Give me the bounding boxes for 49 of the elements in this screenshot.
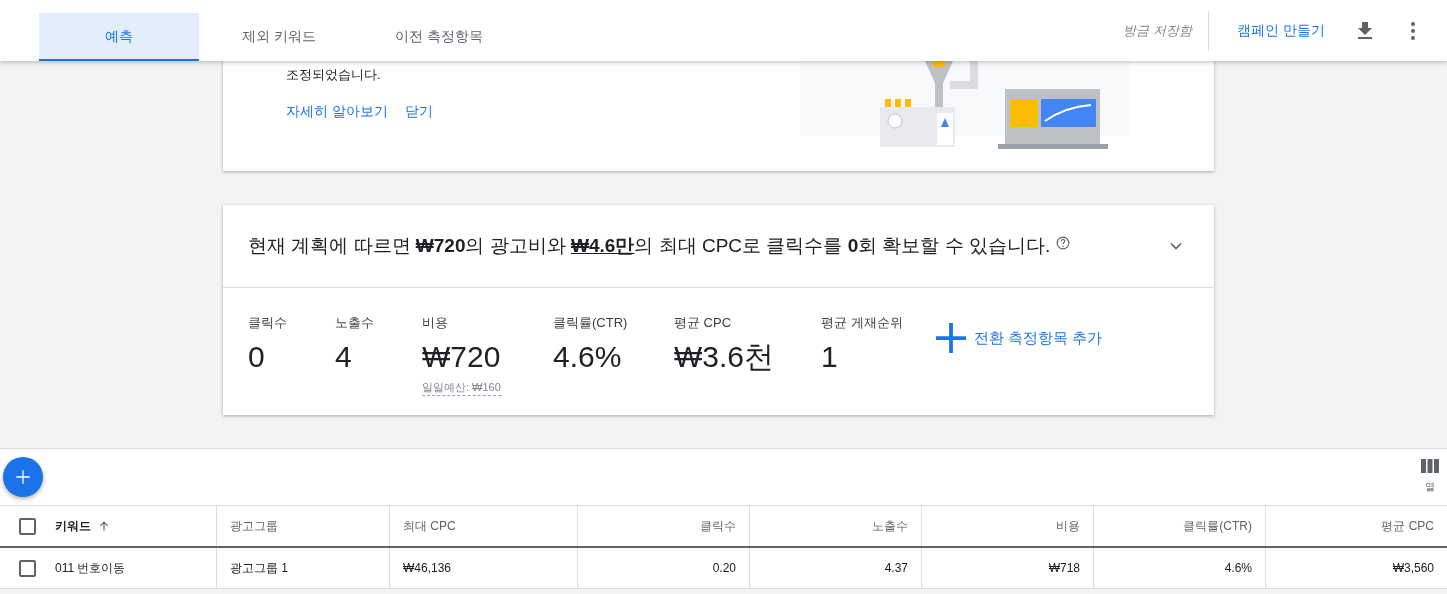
help-icon[interactable] (1056, 236, 1071, 250)
budget-note[interactable]: 일일예산: ₩160 (422, 378, 501, 396)
metric-label: 클릭수 (248, 314, 288, 332)
column-header[interactable]: 비용 (1056, 517, 1080, 535)
column-header[interactable]: 클릭수 (700, 517, 736, 535)
save-status: 방금 저장함 (1123, 21, 1194, 40)
forecast-summary: 현재 계획에 따르면 ₩720의 광고비와 ₩4.6만의 최대 CPC로 클릭수를 0회 확보할 수 있습니다. (248, 233, 1051, 258)
create-campaign-button[interactable]: 캠페인 만들기 (1209, 20, 1353, 41)
metric-label: 노출수 (335, 314, 375, 332)
add-conversion-button[interactable]: 전환 측정항목 추가 (936, 323, 1103, 353)
table-cell-text: ₩3,560 (1392, 560, 1434, 577)
columns-icon (1421, 459, 1439, 473)
table-cell-text: 0.20 (712, 560, 736, 577)
checkbox[interactable] (18, 559, 36, 577)
table-cell-text: 4.37 (884, 560, 908, 577)
add-fab[interactable] (3, 457, 43, 497)
plus-icon (15, 469, 31, 485)
table-cell-text: 011 번호이동 (55, 560, 126, 577)
metric-value: 0 (248, 338, 266, 375)
sort-up-icon[interactable] (97, 519, 111, 533)
metric-value: 1 (821, 338, 839, 375)
metric-label: 비용 (422, 314, 449, 332)
columns-button[interactable]: 열 (1421, 459, 1439, 494)
metric-value: ₩3.6천 (674, 338, 776, 375)
table-cell-text: 광고그룹 1 (230, 560, 288, 577)
column-header[interactable]: 키워드 (55, 517, 91, 535)
table-cell-text: ₩718 (1048, 560, 1080, 577)
info-text: 조정되었습니다. (286, 66, 382, 84)
metric-label: 평균 CPC (674, 314, 733, 332)
metric-label: 클릭률(CTR) (553, 314, 629, 332)
metric-label: 평균 게재순위 (821, 314, 904, 332)
plus-icon (936, 323, 966, 353)
column-header[interactable]: 광고그룹 (230, 517, 278, 535)
table-cell-text: ₩46,136 (403, 560, 452, 577)
checkbox[interactable] (18, 517, 36, 535)
max-cpc-link[interactable]: ₩4.6만 (571, 234, 635, 256)
info-link[interactable]: 닫기 (404, 101, 433, 122)
tab[interactable]: 제외 키워드 (199, 13, 359, 61)
info-link[interactable]: 자세히 알아보기 (286, 101, 388, 122)
column-header[interactable]: 평균 CPC (1381, 517, 1434, 535)
metric-value: 4.6% (553, 338, 623, 375)
column-header[interactable]: 노출수 (872, 517, 908, 535)
metric-value: ₩720 (422, 338, 502, 375)
table-cell-text: 4.6% (1224, 560, 1252, 577)
metric-value: 4 (335, 338, 353, 375)
column-header[interactable]: 최대 CPC (403, 517, 456, 535)
tab[interactable]: 예측 (39, 13, 199, 61)
column-header[interactable]: 클릭률(CTR) (1183, 517, 1252, 535)
tab[interactable]: 이전 측정항목 (359, 13, 519, 61)
